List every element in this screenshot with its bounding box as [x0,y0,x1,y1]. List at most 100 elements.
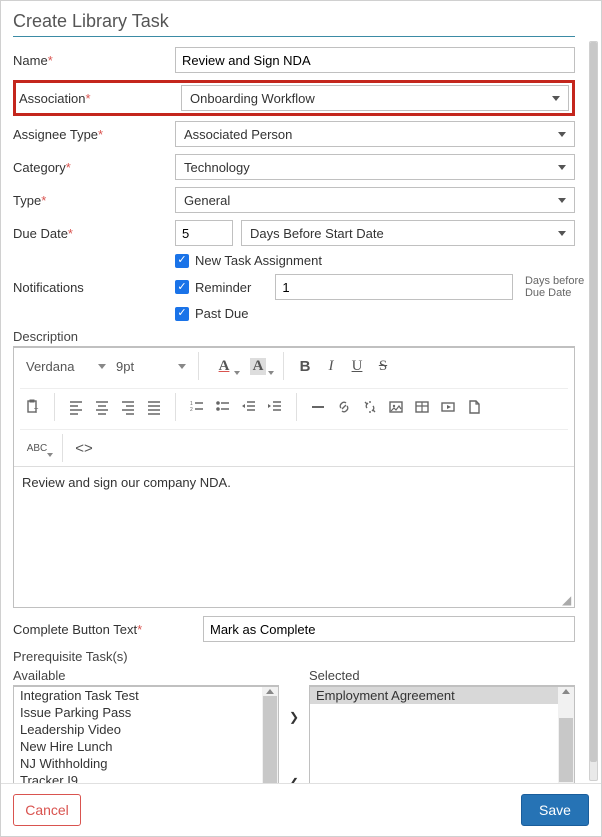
selected-listbox[interactable]: Employment Agreement [309,686,575,783]
dialog-title: Create Library Task [13,11,575,37]
required-marker: * [68,226,73,241]
category-value: Technology [184,160,250,175]
scrollbar-thumb[interactable] [590,42,597,762]
font-size-value: 9pt [116,359,134,374]
bold-button[interactable]: B [292,353,318,379]
table-button[interactable] [409,394,435,420]
align-justify-button[interactable] [141,394,167,420]
italic-button[interactable]: I [318,353,344,379]
row-name: Name* [13,47,575,73]
vertical-scrollbar[interactable] [589,41,598,781]
media-button[interactable] [435,394,461,420]
list-item[interactable]: Leadership Video [14,721,278,738]
type-select[interactable]: General [175,187,575,213]
strikethrough-icon: S [379,358,387,375]
list-item[interactable]: Integration Task Test [14,687,278,704]
horizontal-rule-icon [310,399,326,415]
list-item[interactable]: Employment Agreement [310,687,574,704]
label-type: Type* [13,193,175,208]
scrollbar-thumb[interactable] [559,718,573,782]
save-button-label: Save [539,802,571,818]
font-family-select[interactable]: Verdana [20,357,110,376]
required-marker: * [66,160,71,175]
row-category: Category* Technology [13,154,575,180]
name-input[interactable] [175,47,575,73]
underline-button[interactable]: U [344,353,370,379]
numbered-list-button[interactable]: 12 [184,394,210,420]
available-column: Available Integration Task TestIssue Par… [13,668,279,783]
chevron-down-icon [234,371,240,375]
text-color-icon: A [219,358,230,375]
category-select[interactable]: Technology [175,154,575,180]
mover-buttons: ❯ ❮ [285,668,303,783]
list-item[interactable]: NJ Withholding [14,755,278,772]
paste-text-button[interactable]: T [20,394,46,420]
checkbox-reminder[interactable] [175,280,189,294]
image-button[interactable] [383,394,409,420]
selected-scrollbar[interactable] [558,687,574,783]
toolbar-group-spellcheck: ABC [20,434,63,462]
row-association: Association* Onboarding Workflow [13,80,575,116]
underline-icon: U [352,358,363,375]
label-description: Description [13,329,575,347]
list-item[interactable]: New Hire Lunch [14,738,278,755]
row-past-due: Past Due [175,306,589,321]
move-left-button[interactable]: ❮ [289,777,299,783]
row-new-task-assignment: New Task Assignment [175,253,589,268]
row-assignee-type: Assignee Type* Associated Person [13,121,575,147]
list-item[interactable]: Tracker I9 [14,772,278,783]
association-value: Onboarding Workflow [190,91,315,106]
row-due-date: Due Date* Days Before Start Date [13,220,575,246]
save-button[interactable]: Save [521,794,589,826]
indent-button[interactable] [262,394,288,420]
cancel-button[interactable]: Cancel [13,794,81,826]
horizontal-rule-button[interactable] [305,394,331,420]
due-date-unit-select[interactable]: Days Before Start Date [241,220,575,246]
outdent-icon [241,399,257,415]
bulleted-list-button[interactable] [210,394,236,420]
available-scrollbar[interactable] [262,687,278,783]
due-date-number-input[interactable] [175,220,233,246]
required-marker: * [48,53,53,68]
required-marker: * [41,193,46,208]
scrollbar-thumb[interactable] [263,696,277,783]
align-right-button[interactable] [115,394,141,420]
checkbox-new-task-assignment[interactable] [175,254,189,268]
association-select[interactable]: Onboarding Workflow [181,85,569,111]
unlink-button[interactable] [357,394,383,420]
assignee-type-select[interactable]: Associated Person [175,121,575,147]
media-icon [440,399,456,415]
label-prerequisite-tasks: Prerequisite Task(s) [13,649,575,666]
label-available: Available [13,668,279,686]
toolbar-group-paste: T [20,393,55,421]
assignee-type-value: Associated Person [184,127,292,142]
file-button[interactable] [461,394,487,420]
move-right-button[interactable]: ❯ [289,711,299,725]
source-code-button[interactable]: <> [71,435,97,461]
outdent-button[interactable] [236,394,262,420]
highlight-icon: A [250,358,267,375]
description-textarea[interactable]: Review and sign our company NDA. ◢ [14,467,574,607]
complete-button-text-input[interactable] [203,616,575,642]
align-center-icon [94,399,110,415]
indent-icon [267,399,283,415]
align-center-button[interactable] [89,394,115,420]
highlight-color-button[interactable]: A [241,353,275,379]
list-item[interactable]: Issue Parking Pass [14,704,278,721]
available-listbox[interactable]: Integration Task TestIssue Parking PassL… [13,686,279,783]
toolbar-group-align [63,393,176,421]
link-button[interactable] [331,394,357,420]
table-icon [414,399,430,415]
spellcheck-button[interactable]: ABC [20,435,54,461]
reminder-days-input[interactable] [275,274,513,300]
label-assignee-type: Assignee Type* [13,127,175,142]
dialog-content: Create Library Task Name* Association* O… [1,1,601,783]
font-size-select[interactable]: 9pt [110,357,190,376]
text-color-button[interactable]: A [207,353,241,379]
required-marker: * [137,622,142,637]
strikethrough-button[interactable]: S [370,353,396,379]
resize-handle-icon[interactable]: ◢ [562,595,572,605]
align-left-button[interactable] [63,394,89,420]
selected-column: Selected Employment Agreement [309,668,575,783]
checkbox-past-due[interactable] [175,307,189,321]
